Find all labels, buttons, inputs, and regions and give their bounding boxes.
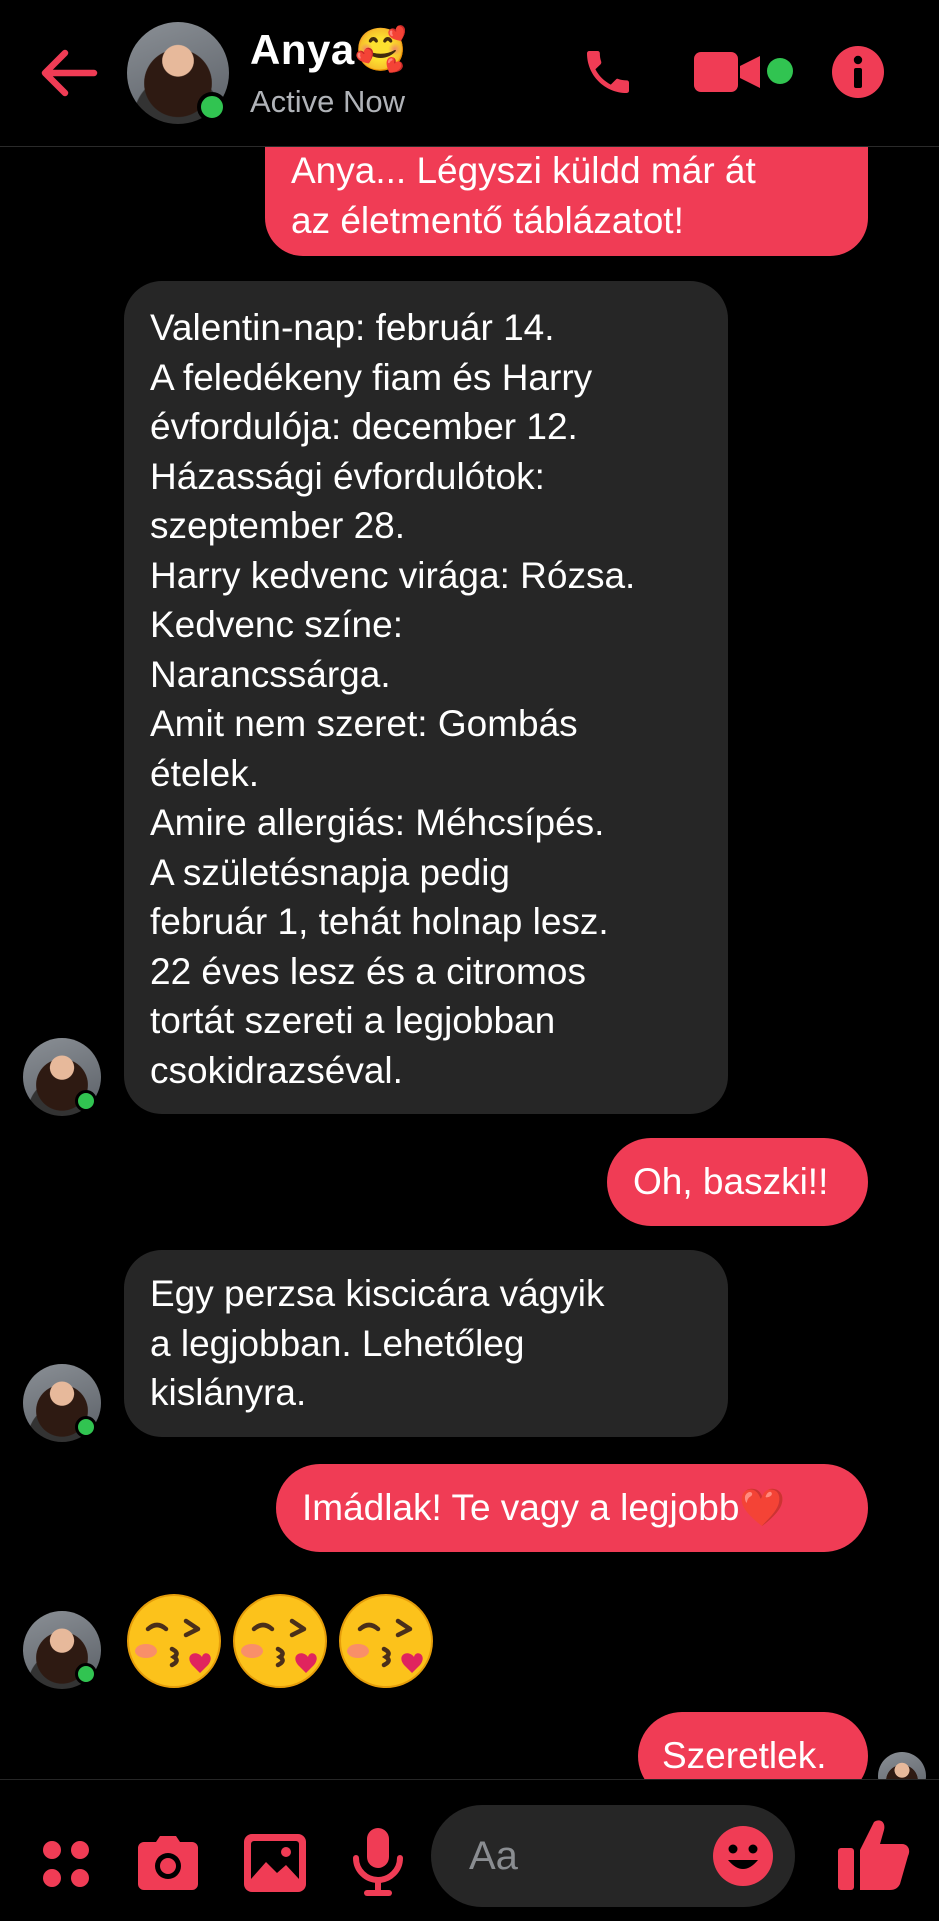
outgoing-message[interactable]: Oh, baszki!! <box>607 1138 868 1226</box>
message-composer <box>0 1779 939 1921</box>
camera-icon[interactable] <box>138 1836 198 1890</box>
sender-avatar[interactable] <box>23 1611 101 1689</box>
avatar <box>878 1752 926 1779</box>
kiss-emoji-icon <box>230 1591 330 1691</box>
outgoing-message[interactable]: Imádlak! Te vagy a legjobb❤️ <box>276 1464 868 1552</box>
video-active-indicator <box>767 58 793 84</box>
emoji-message[interactable] <box>124 1591 436 1701</box>
conversation-header: Anya🥰 Active Now <box>0 0 939 147</box>
emoji-icon[interactable] <box>713 1826 773 1886</box>
outgoing-message[interactable]: Szeretlek. <box>638 1712 868 1779</box>
gallery-icon[interactable] <box>244 1834 306 1892</box>
sender-avatar[interactable] <box>23 1038 101 1116</box>
contact-name[interactable]: Anya🥰 <box>250 26 408 75</box>
online-indicator <box>197 92 227 122</box>
online-indicator <box>75 1663 97 1685</box>
incoming-message[interactable]: Valentin-nap: február 14. A feledékeny f… <box>124 281 728 1114</box>
microphone-icon[interactable] <box>352 1828 404 1896</box>
message-thread[interactable]: Anya... Légyszi küldd már át az életment… <box>0 146 939 1779</box>
video-camera-icon[interactable] <box>694 50 764 94</box>
outgoing-message[interactable]: Anya... Légyszi küldd már át az életment… <box>265 146 868 256</box>
kiss-emoji-icon <box>124 1591 224 1691</box>
back-arrow-icon[interactable] <box>38 48 98 98</box>
thumbs-up-icon[interactable] <box>838 1818 910 1892</box>
phone-icon[interactable] <box>578 44 638 100</box>
sender-avatar[interactable] <box>23 1364 101 1442</box>
online-indicator <box>75 1090 97 1112</box>
active-status: Active Now <box>250 84 406 119</box>
info-icon[interactable] <box>832 46 884 98</box>
read-receipt-avatar <box>878 1752 926 1779</box>
kiss-emoji-icon <box>336 1591 436 1691</box>
incoming-message[interactable]: Egy perzsa kiscicára vágyik a legjobban.… <box>124 1250 728 1437</box>
apps-icon[interactable] <box>40 1838 92 1890</box>
online-indicator <box>75 1416 97 1438</box>
